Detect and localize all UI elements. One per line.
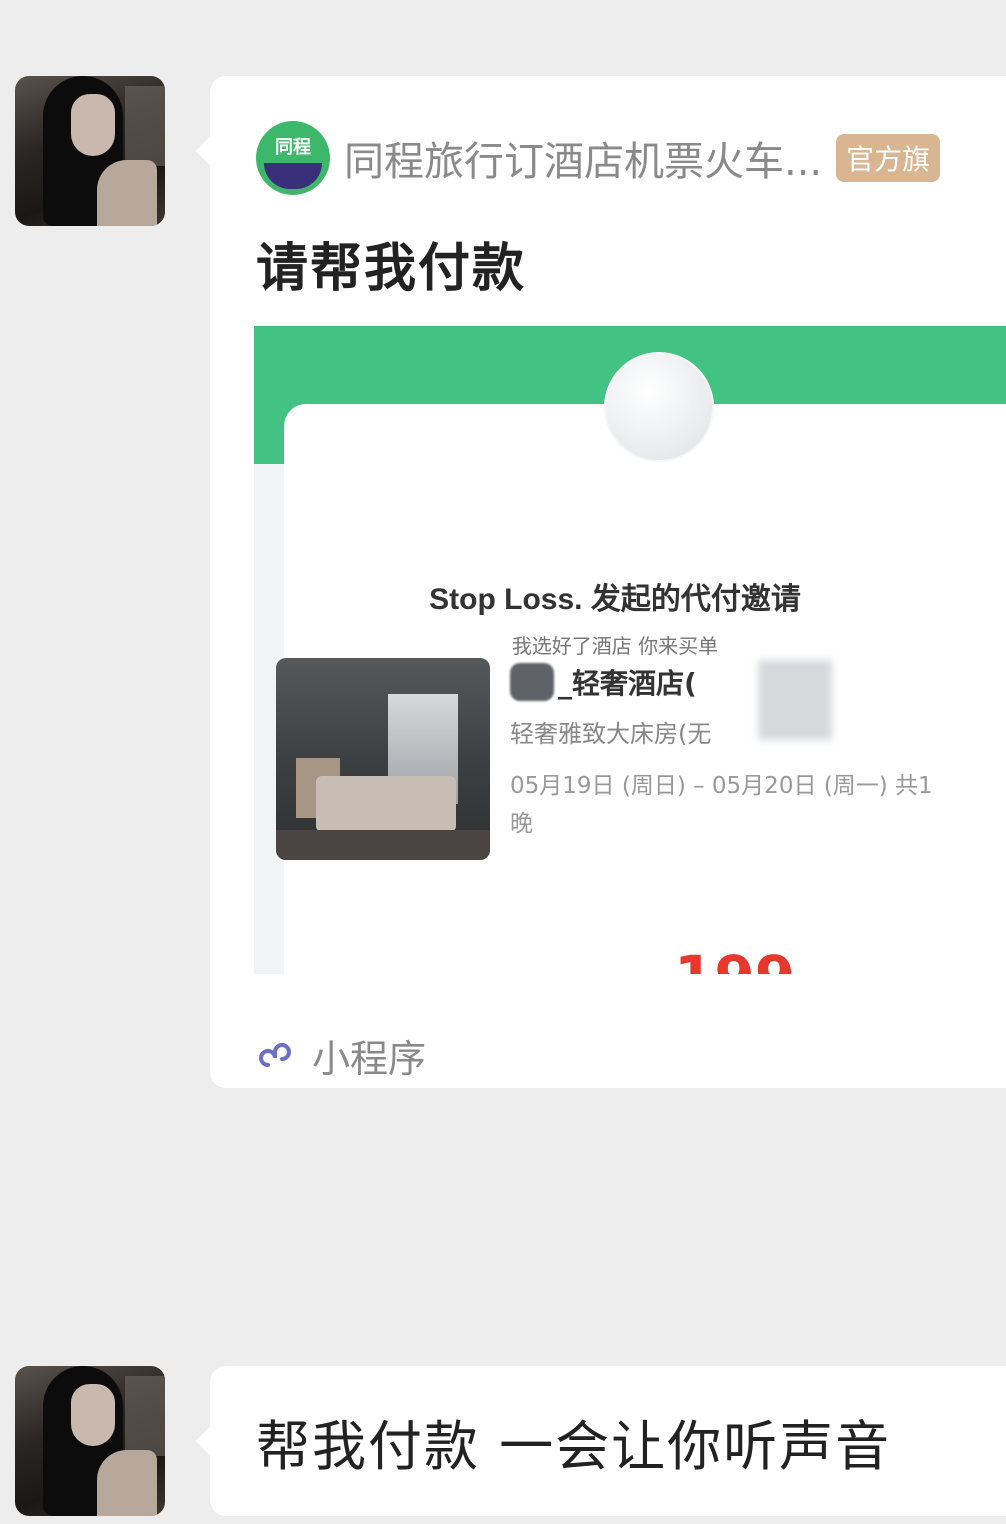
card-header: 同程 同程旅行订酒店机票火车... 官方旗 (256, 121, 1006, 195)
tongcheng-logo-icon: 同程 (256, 121, 330, 195)
inviter-subline: 我选好了酒店 你来买单 (511, 634, 719, 658)
card-title: 请帮我付款 (256, 239, 527, 299)
room-type: 轻奢雅致大床房(无 (510, 720, 712, 748)
hotel-room-photo (276, 658, 490, 860)
sender-avatar[interactable] (15, 1366, 165, 1516)
hotel-name: _轻奢酒店( (558, 667, 697, 700)
inviter-avatar (604, 352, 714, 462)
message-text: 帮我付款 一会让你听声音 (256, 1414, 892, 1478)
redacted-block (510, 663, 554, 701)
stay-dates: 05月19日 (周日) – 05月20日 (周一) 共1晚 (510, 773, 933, 837)
redacted-block (758, 660, 832, 740)
mini-program-link-icon (256, 1035, 298, 1077)
price-partial: 199 (674, 940, 795, 974)
mini-program-footer: 小程序 (256, 1028, 426, 1083)
mini-program-label: 小程序 (312, 1037, 427, 1081)
inviter-line: Stop Loss. 发起的代付邀请 (429, 583, 801, 616)
sender-avatar[interactable] (15, 76, 165, 226)
mini-program-card-message[interactable]: 同程 同程旅行订酒店机票火车... 官方旗 请帮我付款 Stop Loss. 发… (210, 76, 1006, 1088)
official-badge: 官方旗 (836, 134, 941, 182)
app-name: 同程旅行订酒店机票火车... (344, 139, 823, 185)
card-preview-image[interactable]: Stop Loss. 发起的代付邀请 我选好了酒店 你来买单 _轻奢酒店( 轻奢… (254, 326, 1006, 974)
hotel-info: _轻奢酒店( 轻奢雅致大床房(无 05月19日 (周日) – 05月20日 (周… (510, 660, 986, 843)
text-message[interactable]: 帮我付款 一会让你听声音 (210, 1366, 1006, 1516)
